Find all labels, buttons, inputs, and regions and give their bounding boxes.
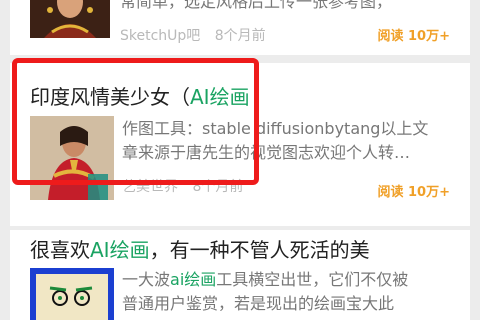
annotation-highlight-box (12, 58, 259, 185)
article-source[interactable]: SketchUp吧 (120, 28, 200, 44)
article-card-3[interactable]: 很喜欢AI绘画，有一种不管人死活的美 一大波ai绘画工具横空出世，它们不仅被 普… (10, 230, 470, 320)
article-title-text: 很喜欢 (30, 238, 90, 262)
article-card-1[interactable]: 常简单，选定风格后上传一张参考图， SketchUp吧 8个月前 阅读 10万+ (10, 0, 470, 55)
article-title-keyword: AI绘画 (90, 238, 150, 262)
article-time: 8个月前 (214, 28, 266, 44)
article-thumbnail[interactable] (30, 268, 114, 320)
article-reads: 阅读 10万+ (377, 29, 450, 44)
article-excerpt: 常简单，选定风格后上传一张参考图， (120, 0, 393, 11)
article-thumbnail[interactable] (30, 0, 110, 38)
article-reads: 阅读 10万+ (377, 185, 450, 200)
article-meta: SketchUp吧 8个月前 (120, 25, 266, 45)
article-title[interactable]: 很喜欢AI绘画，有一种不管人死活的美 (30, 234, 370, 263)
article-excerpt: 一大波ai绘画工具横空出世，它们不仅被 普通用户鉴赏，若是现出的绘画宝大此 (122, 270, 409, 313)
article-title-text: ，有一种不管人死活的美 (149, 238, 370, 262)
